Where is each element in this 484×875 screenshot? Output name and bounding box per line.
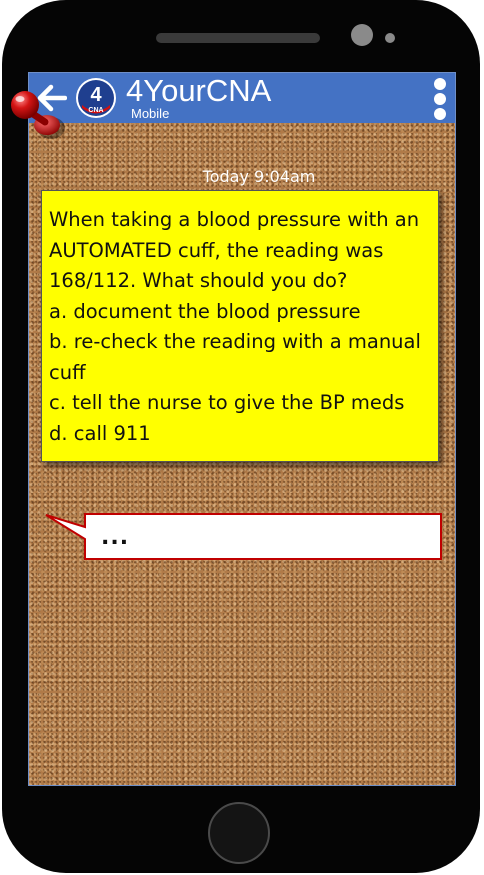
- logo-label: CNA: [88, 107, 103, 114]
- app-logo: 4 CNA: [76, 78, 116, 118]
- kebab-menu-icon[interactable]: [427, 77, 453, 121]
- typing-indicator: ...: [101, 525, 130, 550]
- app-title: 4YourCNA: [126, 73, 272, 108]
- push-pin-icon: [11, 91, 65, 139]
- home-button[interactable]: [208, 802, 270, 864]
- question-line: AUTOMATED cuff, the reading was: [49, 238, 384, 262]
- question-line: 168/112. What should you do?: [49, 269, 348, 292]
- app-bar: 4 CNA 4YourCNA Mobile: [29, 73, 455, 123]
- menu-dot: [434, 78, 446, 90]
- answer-option-b-cont: cuff: [49, 360, 86, 384]
- message-timestamp: Today 9:04am: [202, 167, 316, 186]
- question-note: When taking a blood pressure with an AUT…: [41, 190, 439, 462]
- answer-option-d: d. call 911: [49, 421, 151, 445]
- screen: 4 CNA 4YourCNA Mobile Today 9:04am When …: [28, 72, 456, 786]
- menu-dot: [434, 93, 446, 105]
- question-text: When taking a blood pressure with an AUT…: [49, 205, 439, 449]
- phone-speaker: [156, 33, 320, 43]
- menu-dot: [434, 108, 446, 120]
- app-subtitle: Mobile: [131, 106, 170, 121]
- phone-frame: 4 CNA 4YourCNA Mobile Today 9:04am When …: [2, 0, 480, 873]
- answer-option-c: c. tell the nurse to give the BP meds: [49, 391, 405, 414]
- logo-number: 4: [90, 84, 102, 106]
- phone-camera: [351, 24, 373, 46]
- answer-option-a: a. document the blood pressure: [49, 299, 361, 323]
- question-line: When taking a blood pressure with an: [49, 208, 420, 231]
- phone-sensor: [385, 33, 395, 43]
- answer-option-b: b. re-check the reading with a manual: [49, 330, 421, 353]
